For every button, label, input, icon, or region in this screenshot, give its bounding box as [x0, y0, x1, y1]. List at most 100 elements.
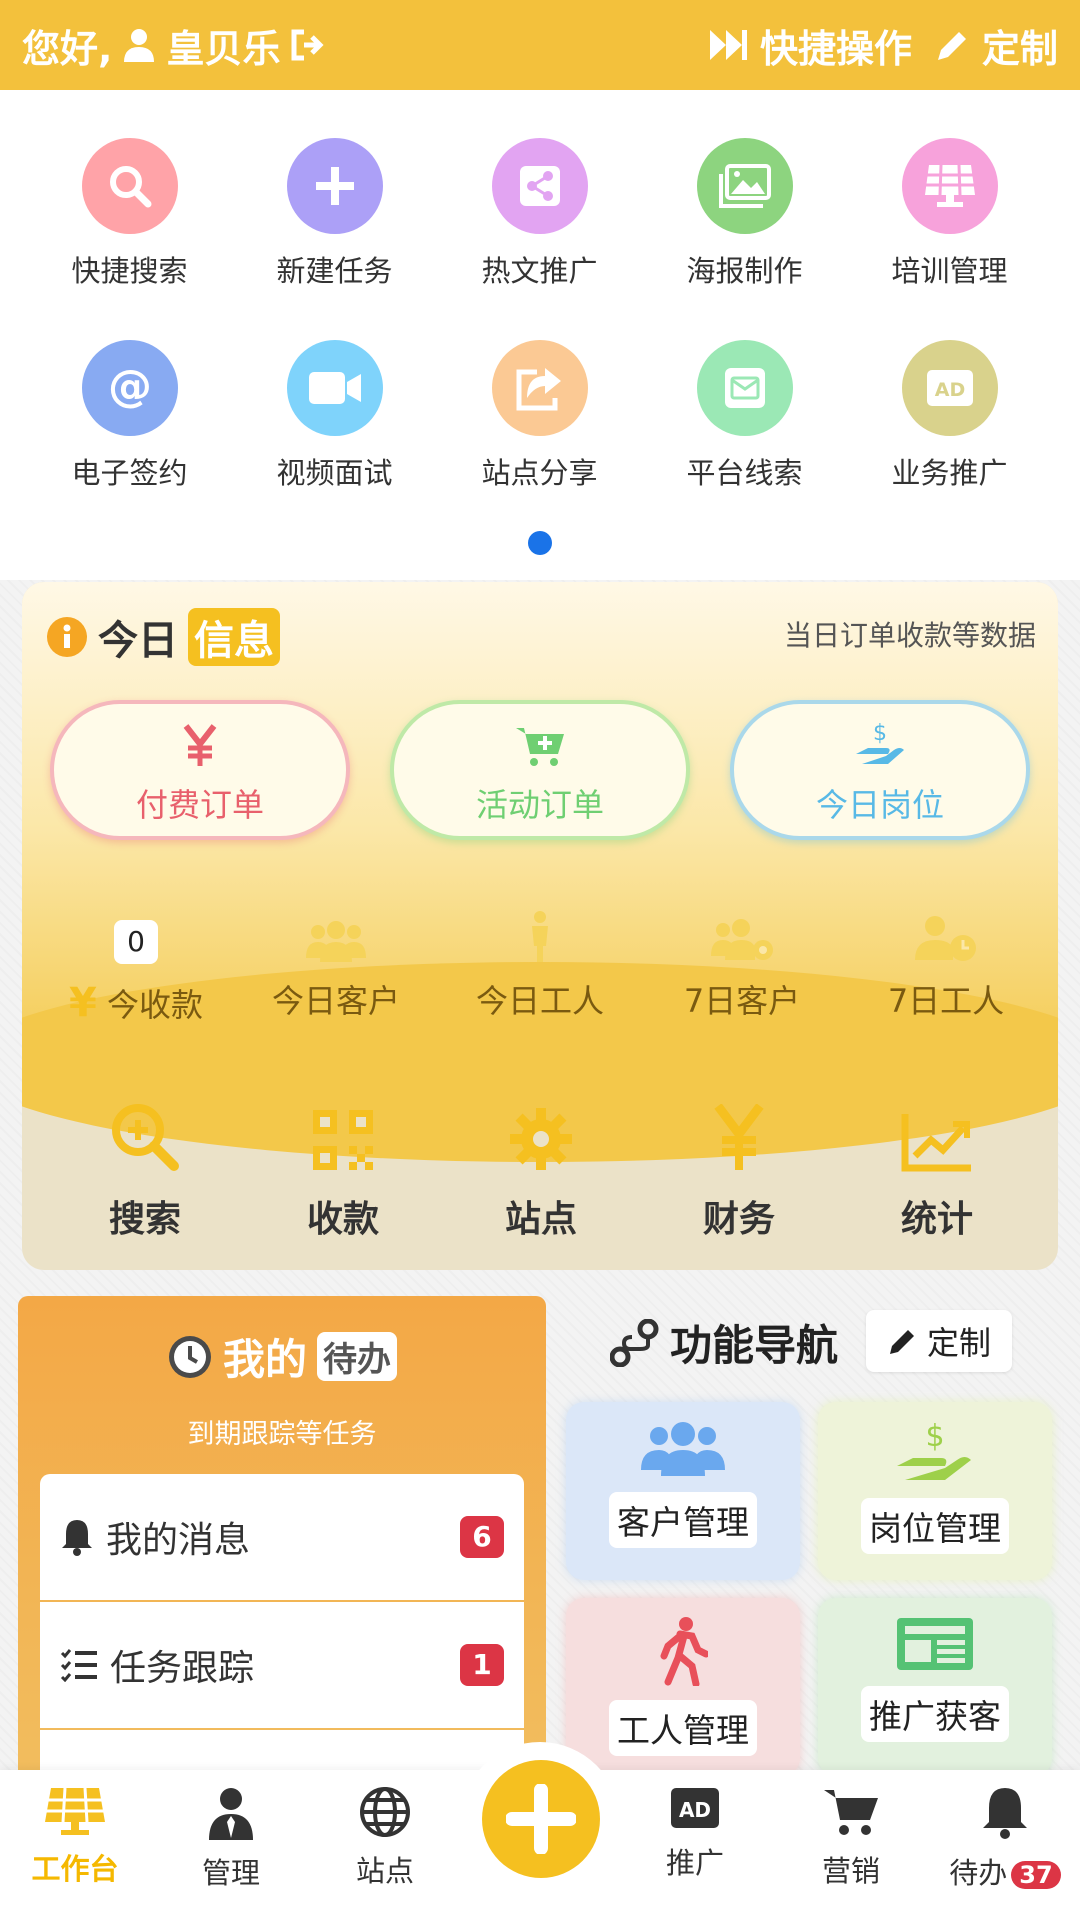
stat-label: 今日客户 — [271, 982, 400, 1020]
paid-orders-pill[interactable]: 付费订单 — [50, 700, 350, 840]
todo-item-tasks[interactable]: 任务跟踪 1 — [40, 1602, 524, 1728]
quick-actions-panel: 快捷搜索 新建任务 热文推广 海报制作 培训管理 @ 电子签约 视频面试 站点分享 平台线索 AD 业… — [0, 90, 1080, 580]
todo-item-messages[interactable]: 我的消息 6 — [40, 1474, 524, 1600]
paid-orders-label: 付费订单 — [135, 786, 264, 824]
nav-manage[interactable]: 管理 — [156, 1786, 306, 1892]
stat-label: 今日工人 — [475, 982, 604, 1020]
stat-today-customers[interactable]: 今日客户 — [236, 904, 436, 1022]
user-name[interactable]: 皇贝乐 — [166, 18, 280, 73]
newspaper-icon — [897, 1618, 973, 1670]
globe-icon — [360, 1787, 410, 1837]
quick-action-label: 视频面试 — [276, 456, 393, 490]
tool-collect[interactable]: 收款 — [244, 1092, 442, 1242]
quick-action-label: 平台线索 — [686, 456, 803, 490]
tool-search[interactable]: 搜索 — [46, 1092, 244, 1242]
chart-line-icon — [901, 1114, 971, 1172]
quick-action-label: 新建任务 — [276, 254, 393, 288]
stat-today-income[interactable]: 0 ¥ 今收款 — [36, 904, 236, 1026]
at-icon: @ — [81, 340, 178, 436]
clock-icon — [168, 1335, 211, 1378]
plus-icon — [506, 1784, 576, 1854]
nav-label: 管理 — [201, 1856, 260, 1890]
customize-button[interactable]: 定制 — [982, 18, 1058, 73]
todo-item-label: 我的消息 — [106, 1520, 251, 1561]
tool-statistics[interactable]: 统计 — [838, 1092, 1036, 1242]
bell-icon — [62, 1520, 92, 1556]
logout-icon[interactable] — [290, 28, 326, 62]
quick-action-4[interactable]: 海报制作 — [642, 138, 847, 290]
nav-station[interactable]: 站点 — [310, 1786, 460, 1890]
function-nav-title: 功能导航 — [610, 1312, 838, 1373]
function-nav-customize-button[interactable]: 定制 — [866, 1310, 1012, 1372]
hand-dollar-icon: $ — [897, 1419, 971, 1480]
task-list-icon — [60, 1649, 97, 1682]
todo-subtitle: 到期跟踪等任务 — [187, 1419, 377, 1450]
quick-action-2[interactable]: 新建任务 — [232, 138, 437, 290]
tool-finance[interactable]: 财务 — [640, 1092, 838, 1242]
tool-label: 财务 — [702, 1199, 775, 1240]
share-icon — [491, 138, 588, 234]
stat-7day-workers[interactable]: 7日工人 — [846, 904, 1046, 1022]
todo-item-label: 任务跟踪 — [110, 1648, 255, 1689]
pencil-icon — [889, 1330, 914, 1354]
route-icon — [610, 1318, 659, 1367]
tool-label: 统计 — [900, 1199, 973, 1240]
pencil-icon — [937, 32, 966, 60]
stat-today-workers[interactable]: 今日工人 — [440, 904, 640, 1022]
nav-card-customers[interactable]: 客户管理 — [566, 1402, 800, 1580]
task-count-badge: 1 — [460, 1644, 504, 1686]
quick-action-label: 业务推广 — [891, 456, 1008, 490]
stat-label: 7日工人 — [887, 982, 1005, 1020]
page-indicator-dot[interactable] — [528, 531, 552, 555]
tool-label: 站点 — [504, 1199, 577, 1240]
image-icon — [696, 138, 793, 234]
nav-promotion[interactable]: AD 推广 — [620, 1786, 770, 1882]
envelope-icon — [696, 340, 793, 436]
users-icon — [306, 921, 366, 962]
quick-action-10[interactable]: AD 业务推广 — [847, 340, 1052, 492]
nav-label: 站点 — [355, 1854, 414, 1888]
info-icon — [47, 617, 87, 657]
nav-todo[interactable]: 待办 37 — [930, 1786, 1080, 1892]
quick-ops-button[interactable]: 快捷操作 — [760, 18, 912, 73]
quick-action-label: 站点分享 — [481, 456, 598, 490]
add-fab-button[interactable] — [482, 1760, 600, 1878]
todo-title-b: 待办 — [317, 1332, 397, 1381]
stat-7day-customers[interactable]: 7日客户 — [642, 904, 842, 1022]
video-icon — [286, 340, 383, 436]
tool-label: 搜索 — [108, 1199, 181, 1240]
tool-station[interactable]: 站点 — [442, 1092, 640, 1242]
quick-action-9[interactable]: 平台线索 — [642, 340, 847, 492]
nav-card-label: 工人管理 — [609, 1700, 757, 1756]
header-actions: 快捷操作 定制 — [708, 18, 1058, 73]
quick-action-5[interactable]: 培训管理 — [847, 138, 1052, 290]
nav-card-workers[interactable]: 工人管理 — [566, 1598, 800, 1776]
app-header: 您好, 皇贝乐 快捷操作 定制 — [0, 0, 1080, 90]
cart-plus-icon — [516, 728, 564, 766]
todo-title: 我的 待办 — [18, 1326, 546, 1387]
nav-label: 营销 — [821, 1854, 880, 1888]
nav-card-promotion[interactable]: 推广获客 — [818, 1598, 1052, 1776]
nav-workbench[interactable]: 工作台 — [0, 1786, 150, 1888]
nav-marketing[interactable]: 营销 — [776, 1786, 926, 1890]
walking-icon — [660, 1617, 710, 1688]
nav-label: 待办 — [949, 1856, 1008, 1890]
quick-action-label: 热文推广 — [481, 254, 598, 288]
quick-action-8[interactable]: 站点分享 — [437, 340, 642, 492]
svg-text:@: @ — [108, 363, 152, 412]
users-gear-icon — [711, 919, 773, 960]
nav-card-jobs[interactable]: $ 岗位管理 — [818, 1402, 1052, 1580]
quick-action-6[interactable]: @ 电子签约 — [27, 340, 232, 492]
today-jobs-pill[interactable]: $ 今日岗位 — [730, 700, 1030, 840]
nav-card-label: 客户管理 — [609, 1492, 757, 1548]
search-icon — [81, 138, 178, 234]
activity-orders-pill[interactable]: 活动订单 — [390, 700, 690, 840]
quick-action-3[interactable]: 热文推广 — [437, 138, 642, 290]
quick-action-7[interactable]: 视频面试 — [232, 340, 437, 492]
message-count-badge: 6 — [460, 1516, 504, 1558]
hand-dollar-icon: $ — [856, 721, 904, 764]
svg-text:AD: AD — [679, 1798, 711, 1822]
my-todo-card: 我的 待办 到期跟踪等任务 我的消息 6 任务跟踪 1 — [18, 1296, 546, 1776]
activity-orders-label: 活动订单 — [475, 786, 604, 824]
quick-action-1[interactable]: 快捷搜索 — [27, 138, 232, 290]
